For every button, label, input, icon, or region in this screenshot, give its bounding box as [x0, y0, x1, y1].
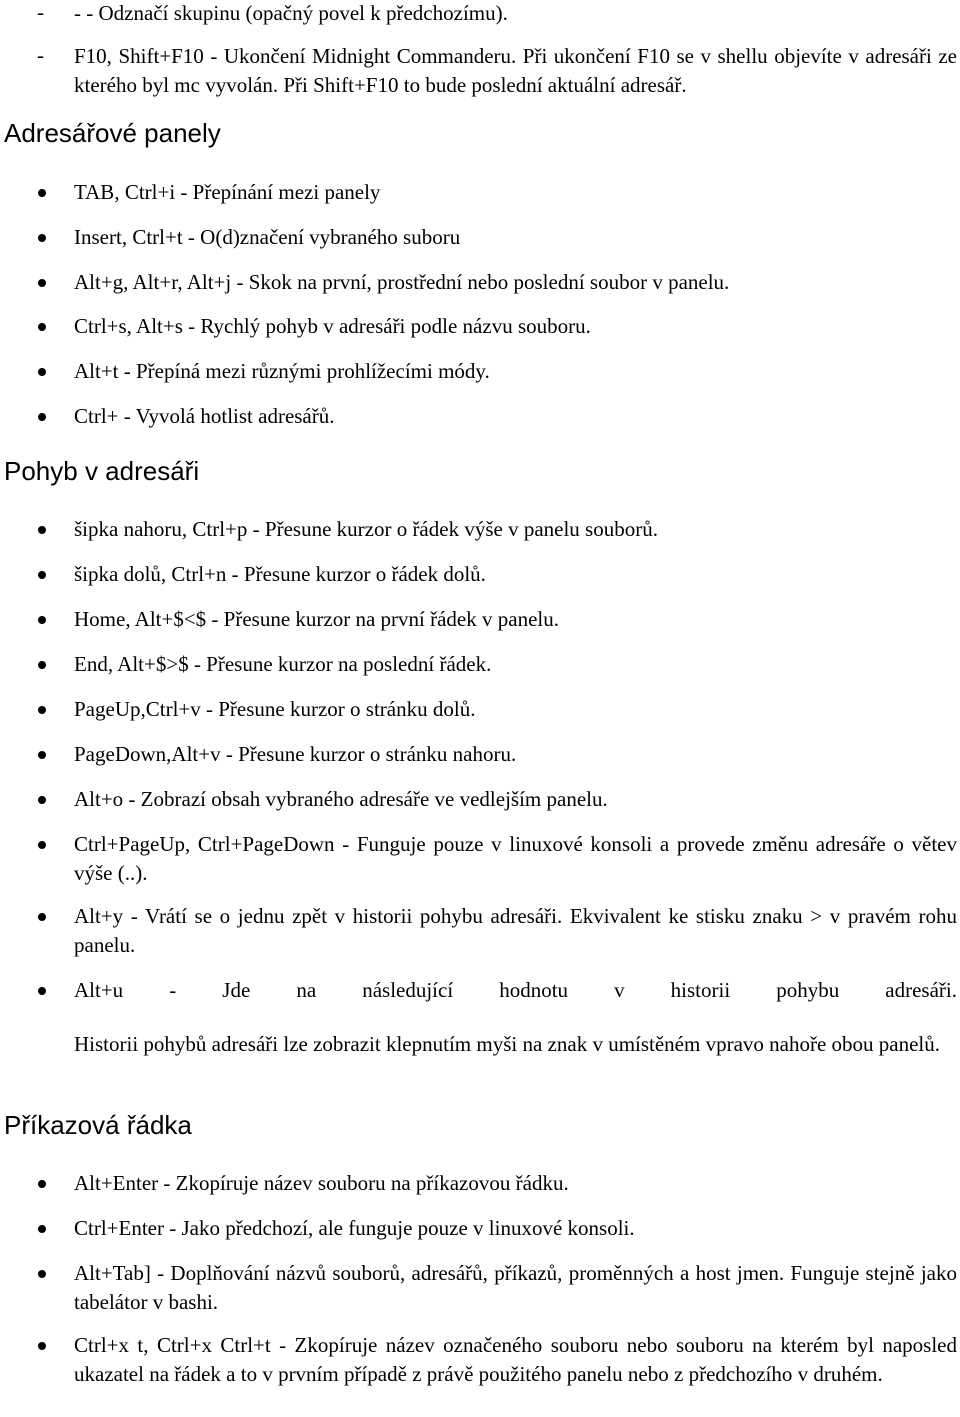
bullet-icon — [38, 913, 46, 921]
bullet-icon — [38, 661, 46, 669]
list-item-text: PageUp,Ctrl+v - Přesune kurzor o stránku… — [74, 697, 476, 721]
dash-marker: - — [37, 43, 44, 67]
list-item-text: šipka dolů, Ctrl+n - Přesune kurzor o řá… — [74, 562, 486, 586]
bullet-icon — [38, 234, 46, 242]
list-item-text: Home, Alt+$<$ - Přesune kurzor na první … — [74, 607, 559, 631]
list-item-text: Alt+y - Vrátí se o jednu zpět v historii… — [74, 904, 957, 957]
bullet-icon — [38, 413, 46, 421]
bullet-icon — [38, 323, 46, 331]
bullet-icon — [38, 796, 46, 804]
list-item-text: Alt+u - Jde na následující hodnotu v his… — [74, 978, 957, 1002]
intro-item-text: F10, Shift+F10 - Ukončení Midnight Comma… — [74, 44, 957, 97]
list-item-text: PageDown,Alt+v - Přesune kurzor o stránk… — [74, 742, 517, 766]
list-item-text: TAB, Ctrl+i - Přepínání mezi panely — [74, 180, 381, 204]
bullet-icon — [38, 1180, 46, 1188]
bullet-icon — [38, 1270, 46, 1278]
bullet-icon — [38, 189, 46, 197]
bullet-icon — [38, 368, 46, 376]
list-item-text: Alt+Enter - Zkopíruje název souboru na p… — [74, 1171, 569, 1195]
list-item-text: Ctrl+PageUp, Ctrl+PageDown - Funguje pou… — [74, 832, 957, 885]
bullet-icon — [38, 526, 46, 534]
list-item-text: Alt+Tab] - Doplňování názvů souborů, adr… — [74, 1261, 957, 1314]
list-item-text: Ctrl+Enter - Jako předchozí, ale funguje… — [74, 1216, 635, 1240]
bullet-icon — [38, 616, 46, 624]
list-item-text: End, Alt+$>$ - Přesune kurzor na posledn… — [74, 652, 492, 676]
list-item-text: Ctrl+ - Vyvolá hotlist adresářů. — [74, 404, 335, 428]
dash-marker: - — [37, 0, 44, 24]
list-item-text: Ctrl+x t, Ctrl+x Ctrl+t - Zkopíruje náze… — [74, 1333, 957, 1386]
list-item-text: Alt+t - Přepíná mezi různými prohlížecím… — [74, 359, 490, 383]
intro-item-text: - - Odznačí skupinu (opačný povel k před… — [74, 1, 508, 25]
list-item-text: Ctrl+s, Alt+s - Rychlý pohyb v adresáři … — [74, 314, 591, 338]
bullet-icon — [38, 279, 46, 287]
bullet-icon — [38, 571, 46, 579]
bullet-icon — [38, 1342, 46, 1350]
section-heading: Příkazová řádka — [4, 1110, 192, 1140]
bullet-icon — [38, 1225, 46, 1233]
bullet-icon — [38, 706, 46, 714]
list-item-text: Insert, Ctrl+t - O(d)značení vybraného s… — [74, 225, 461, 249]
list-item-text: Alt+g, Alt+r, Alt+j - Skok na první, pro… — [74, 270, 730, 294]
bullet-icon — [38, 751, 46, 759]
bullet-icon — [38, 987, 46, 995]
section-heading: Pohyb v adresáři — [4, 456, 200, 486]
bullet-icon — [38, 841, 46, 849]
section-note: Historii pohybů adresáři lze zobrazit kl… — [74, 1032, 941, 1056]
list-item-text: šipka nahoru, Ctrl+p - Přesune kurzor o … — [74, 517, 658, 541]
section-heading: Adresářové panely — [4, 118, 221, 148]
list-item-text: Alt+o - Zobrazí obsah vybraného adresáře… — [74, 787, 608, 811]
